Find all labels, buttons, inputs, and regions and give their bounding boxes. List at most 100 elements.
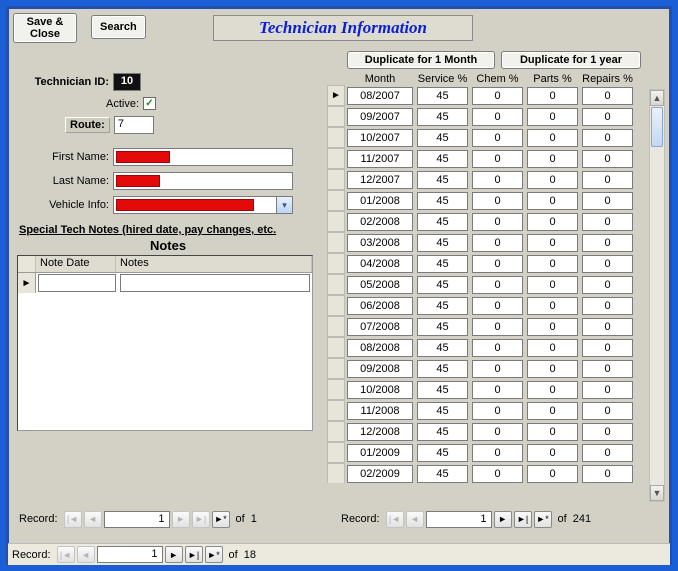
duplicate-month-button[interactable]: Duplicate for 1 Month	[347, 51, 495, 69]
nav-current-field[interactable]: 1	[97, 546, 163, 563]
cell-chem[interactable]: 0	[472, 297, 523, 315]
cell-chem[interactable]: 0	[472, 444, 523, 462]
nav-first-button[interactable]: |◄	[386, 511, 404, 528]
nav-current-field[interactable]: 1	[426, 511, 492, 528]
nav-next-button[interactable]: ►	[172, 511, 190, 528]
nav-current-field[interactable]: 1	[104, 511, 170, 528]
cell-service[interactable]: 45	[417, 465, 468, 483]
cell-parts[interactable]: 0	[527, 213, 578, 231]
nav-prev-button[interactable]: ◄	[77, 546, 95, 563]
cell-parts[interactable]: 0	[527, 255, 578, 273]
cell-service[interactable]: 45	[417, 360, 468, 378]
row-selector[interactable]	[327, 127, 345, 148]
nav-prev-button[interactable]: ◄	[406, 511, 424, 528]
cell-service[interactable]: 45	[417, 108, 468, 126]
cell-repairs[interactable]: 0	[582, 255, 633, 273]
nav-first-button[interactable]: |◄	[57, 546, 75, 563]
cell-month[interactable]: 07/2008	[347, 318, 413, 336]
nav-last-button[interactable]: ►|	[185, 546, 203, 563]
col-repairs[interactable]: Repairs %	[580, 73, 635, 85]
row-selector[interactable]	[327, 316, 345, 337]
grid-scrollbar[interactable]: ▲ ▼	[649, 89, 665, 502]
cell-month[interactable]: 04/2008	[347, 255, 413, 273]
cell-chem[interactable]: 0	[472, 423, 523, 441]
cell-repairs[interactable]: 0	[582, 276, 633, 294]
col-service[interactable]: Service %	[415, 73, 470, 85]
notes-select-all[interactable]	[18, 256, 36, 272]
cell-month[interactable]: 06/2008	[347, 297, 413, 315]
cell-month[interactable]: 10/2008	[347, 381, 413, 399]
row-selector[interactable]	[327, 442, 345, 463]
cell-parts[interactable]: 0	[527, 423, 578, 441]
cell-repairs[interactable]: 0	[582, 234, 633, 252]
cell-parts[interactable]: 0	[527, 465, 578, 483]
notes-date-cell[interactable]	[38, 274, 116, 292]
cell-parts[interactable]: 0	[527, 318, 578, 336]
cell-month[interactable]: 03/2008	[347, 234, 413, 252]
first-name-field[interactable]	[113, 148, 293, 166]
cell-chem[interactable]: 0	[472, 108, 523, 126]
cell-parts[interactable]: 0	[527, 276, 578, 294]
cell-chem[interactable]: 0	[472, 192, 523, 210]
cell-chem[interactable]: 0	[472, 360, 523, 378]
row-selector[interactable]	[327, 274, 345, 295]
cell-month[interactable]: 09/2008	[347, 360, 413, 378]
notes-text-cell[interactable]	[120, 274, 310, 292]
cell-month[interactable]: 11/2007	[347, 150, 413, 168]
cell-service[interactable]: 45	[417, 87, 468, 105]
last-name-field[interactable]	[113, 172, 293, 190]
cell-service[interactable]: 45	[417, 192, 468, 210]
row-selector[interactable]	[327, 211, 345, 232]
tech-id-field[interactable]: 10	[113, 73, 141, 91]
cell-service[interactable]: 45	[417, 276, 468, 294]
vehicle-info-dropdown[interactable]: ▾	[276, 196, 293, 214]
cell-repairs[interactable]: 0	[582, 108, 633, 126]
row-selector[interactable]	[327, 148, 345, 169]
cell-service[interactable]: 45	[417, 234, 468, 252]
cell-parts[interactable]: 0	[527, 360, 578, 378]
cell-service[interactable]: 45	[417, 255, 468, 273]
cell-chem[interactable]: 0	[472, 402, 523, 420]
cell-parts[interactable]: 0	[527, 171, 578, 189]
cell-repairs[interactable]: 0	[582, 192, 633, 210]
nav-next-button[interactable]: ►	[165, 546, 183, 563]
cell-chem[interactable]: 0	[472, 276, 523, 294]
nav-new-button[interactable]: ►*	[534, 511, 552, 528]
row-selector[interactable]	[327, 232, 345, 253]
cell-service[interactable]: 45	[417, 402, 468, 420]
cell-month[interactable]: 08/2008	[347, 339, 413, 357]
notes-row-selector[interactable]: ►	[18, 273, 36, 293]
row-selector[interactable]	[327, 379, 345, 400]
search-button[interactable]: Search	[91, 15, 146, 39]
cell-chem[interactable]: 0	[472, 381, 523, 399]
cell-month[interactable]: 02/2009	[347, 465, 413, 483]
cell-repairs[interactable]: 0	[582, 150, 633, 168]
cell-repairs[interactable]: 0	[582, 402, 633, 420]
cell-parts[interactable]: 0	[527, 150, 578, 168]
notes-col-notes[interactable]: Notes	[116, 256, 312, 272]
row-selector[interactable]	[327, 337, 345, 358]
scroll-thumb[interactable]	[651, 107, 663, 147]
cell-repairs[interactable]: 0	[582, 444, 633, 462]
duplicate-year-button[interactable]: Duplicate for 1 year	[501, 51, 641, 69]
cell-repairs[interactable]: 0	[582, 318, 633, 336]
cell-month[interactable]: 08/2007	[347, 87, 413, 105]
row-selector[interactable]	[327, 106, 345, 127]
nav-next-button[interactable]: ►	[494, 511, 512, 528]
cell-parts[interactable]: 0	[527, 234, 578, 252]
cell-chem[interactable]: 0	[472, 339, 523, 357]
cell-repairs[interactable]: 0	[582, 87, 633, 105]
cell-parts[interactable]: 0	[527, 129, 578, 147]
cell-repairs[interactable]: 0	[582, 360, 633, 378]
nav-first-button[interactable]: |◄	[64, 511, 82, 528]
row-selector[interactable]	[327, 463, 345, 483]
cell-chem[interactable]: 0	[472, 318, 523, 336]
cell-repairs[interactable]: 0	[582, 129, 633, 147]
cell-service[interactable]: 45	[417, 213, 468, 231]
save-close-button[interactable]: Save & Close	[13, 13, 77, 43]
cell-month[interactable]: 01/2008	[347, 192, 413, 210]
cell-month[interactable]: 05/2008	[347, 276, 413, 294]
col-month[interactable]: Month	[345, 73, 415, 85]
row-selector[interactable]	[327, 400, 345, 421]
cell-chem[interactable]: 0	[472, 213, 523, 231]
